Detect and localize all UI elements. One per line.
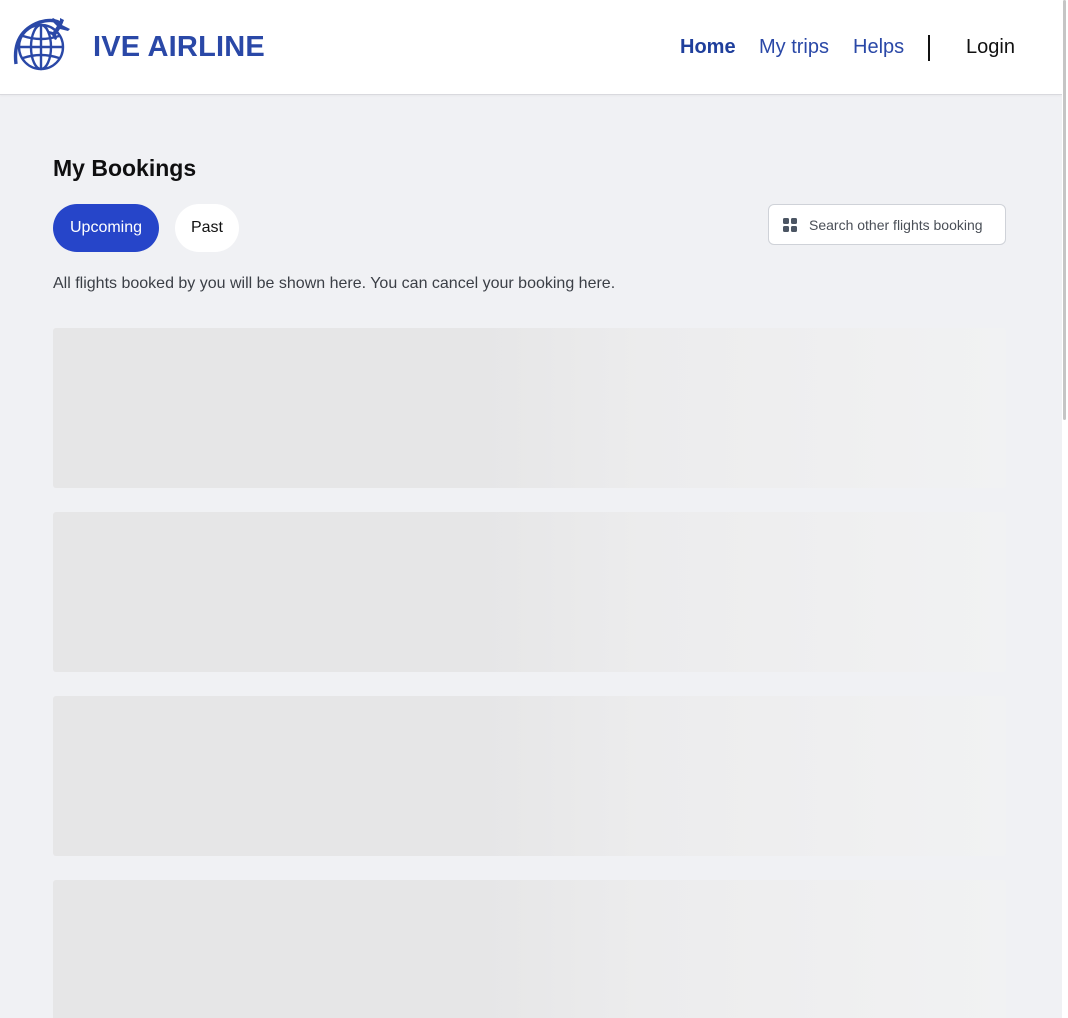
bookings-description: All flights booked by you will be shown … bbox=[53, 275, 616, 292]
search-other-flights-button[interactable]: Search other flights booking bbox=[768, 204, 1006, 245]
booking-card-placeholder bbox=[53, 512, 1006, 672]
nav-divider bbox=[928, 35, 930, 61]
brand-name[interactable]: IVE AIRLINE bbox=[93, 31, 265, 64]
tab-upcoming[interactable]: Upcoming bbox=[53, 204, 159, 252]
nav-my-trips-link[interactable]: My trips bbox=[759, 36, 829, 59]
login-link[interactable]: Login bbox=[966, 36, 1015, 59]
scrollbar-thumb[interactable] bbox=[1063, 0, 1066, 420]
tab-past[interactable]: Past bbox=[175, 204, 239, 252]
grid-icon bbox=[783, 217, 797, 232]
airline-globe-logo[interactable] bbox=[10, 12, 74, 78]
bookings-page: IVE AIRLINE Home My trips Helps Login My… bbox=[0, 0, 1068, 1018]
page-scrollbar[interactable] bbox=[1062, 0, 1068, 1018]
nav-helps-link[interactable]: Helps bbox=[853, 36, 904, 59]
booking-card-placeholder bbox=[53, 880, 1006, 1018]
page-title: My Bookings bbox=[53, 155, 197, 181]
booking-card-placeholder bbox=[53, 696, 1006, 856]
search-other-flights-label: Search other flights booking bbox=[809, 216, 983, 233]
nav-home-link[interactable]: Home bbox=[680, 36, 736, 59]
site-header: IVE AIRLINE Home My trips Helps Login bbox=[0, 0, 1062, 95]
booking-card-placeholder bbox=[53, 328, 1006, 488]
